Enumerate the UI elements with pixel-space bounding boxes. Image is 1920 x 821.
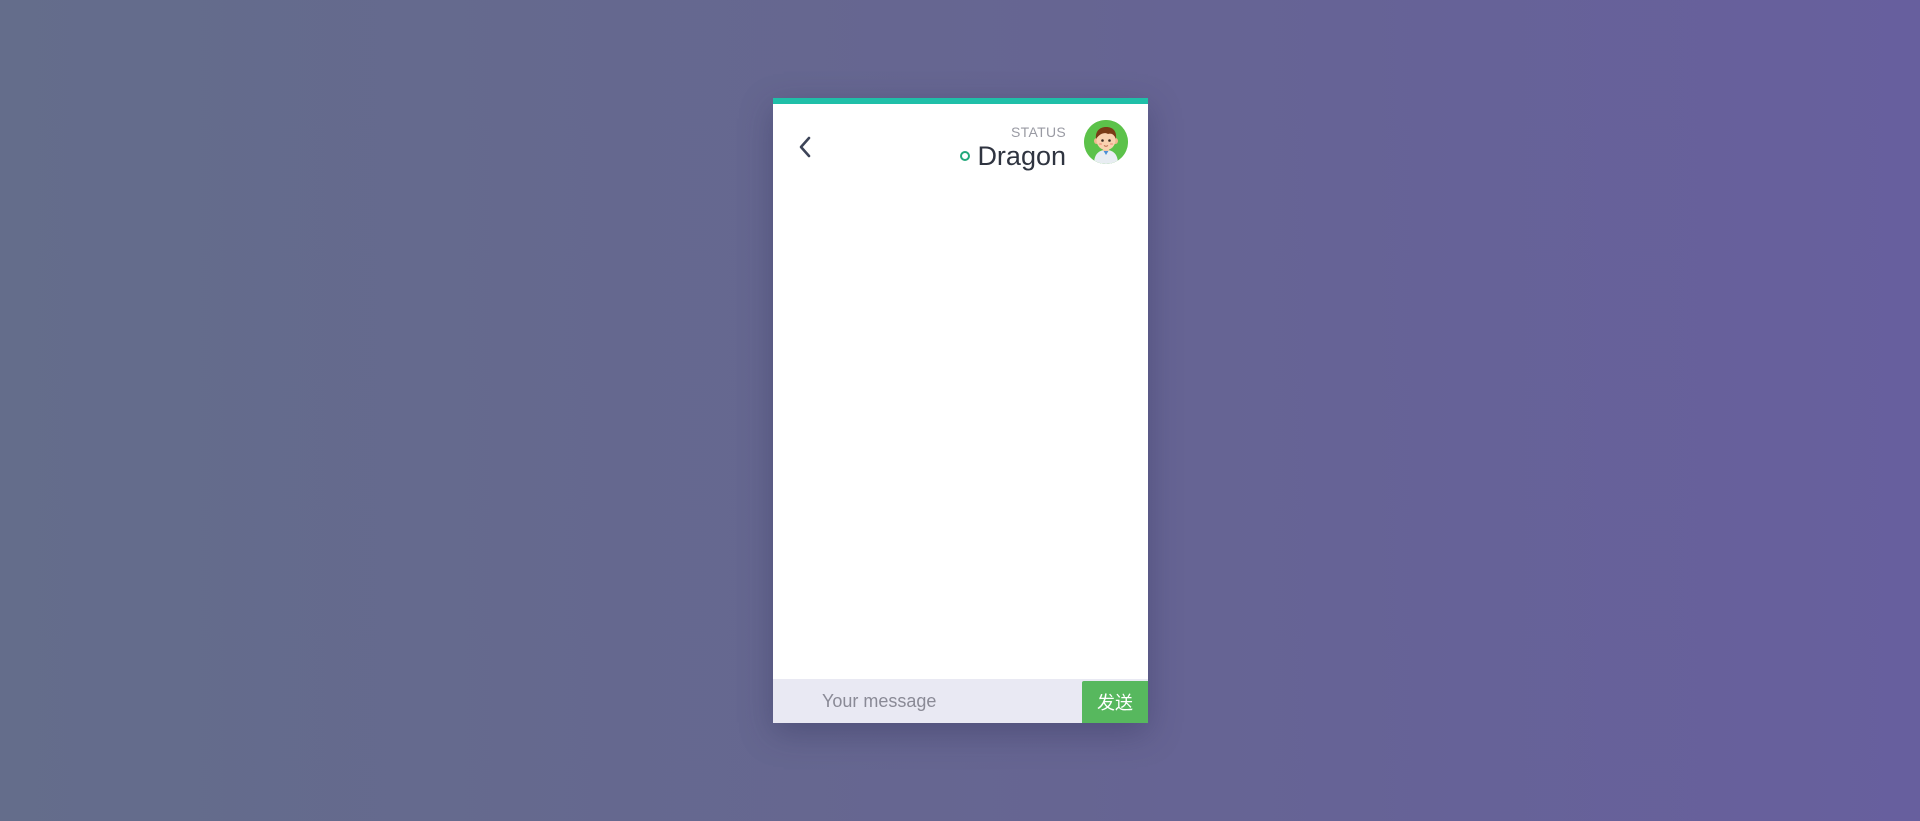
status-label: STATUS [1011, 124, 1066, 140]
messages-area[interactable] [773, 190, 1148, 679]
boy-avatar-icon [1084, 120, 1128, 164]
chat-header: STATUS Dragon [773, 104, 1148, 190]
online-status-icon [960, 151, 971, 161]
chevron-left-icon [799, 136, 811, 158]
send-button[interactable]: 发送 [1082, 681, 1148, 723]
message-input[interactable] [773, 679, 1082, 723]
contact-name-row: Dragon [960, 141, 1066, 171]
contact-name: Dragon [977, 141, 1066, 171]
message-composer: 发送 [773, 679, 1148, 723]
contact-status: STATUS Dragon [960, 124, 1066, 171]
back-button[interactable] [793, 132, 819, 162]
chat-window: STATUS Dragon Your message 发送 [773, 98, 1148, 723]
avatar[interactable] [1084, 120, 1128, 164]
